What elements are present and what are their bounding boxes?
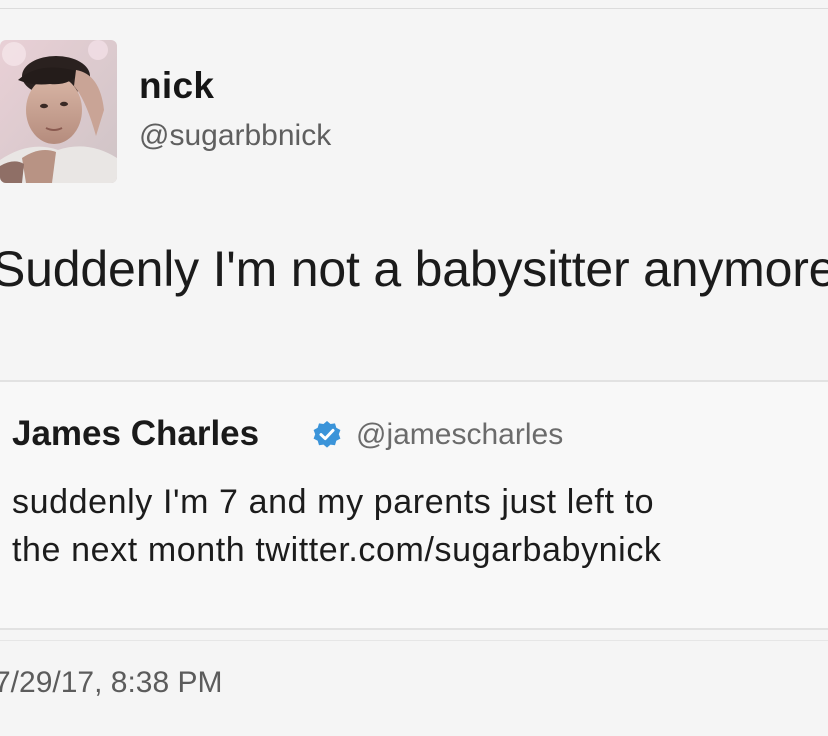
tweet-screenshot: nick @sugarbbnick Suddenly I'm not a bab… <box>0 0 828 736</box>
quoted-author-name[interactable]: James Charles <box>12 414 259 454</box>
footer-divider <box>0 640 828 641</box>
tweet-timestamp[interactable]: 7/29/17, 8:38 PM <box>0 666 223 700</box>
tweet-text: Suddenly I'm not a babysitter anymore <box>0 241 828 297</box>
avatar[interactable] <box>0 40 117 183</box>
quoted-text-line: suddenly I'm 7 and my parents just left … <box>12 483 655 521</box>
verified-badge-icon <box>313 421 341 448</box>
quoted-author-handle[interactable]: @jamescharles <box>356 418 563 452</box>
quoted-tweet-card[interactable]: James Charles @jamescharles suddenly I'm… <box>0 380 828 630</box>
avatar-photo <box>0 40 117 183</box>
quoted-text-line: the next month twitter.com/sugarbabynick <box>12 531 662 569</box>
author-name[interactable]: nick <box>139 65 214 107</box>
top-divider <box>0 8 828 9</box>
author-handle[interactable]: @sugarbbnick <box>139 119 331 153</box>
quoted-tweet-text: suddenly I'm 7 and my parents just left … <box>12 478 828 574</box>
